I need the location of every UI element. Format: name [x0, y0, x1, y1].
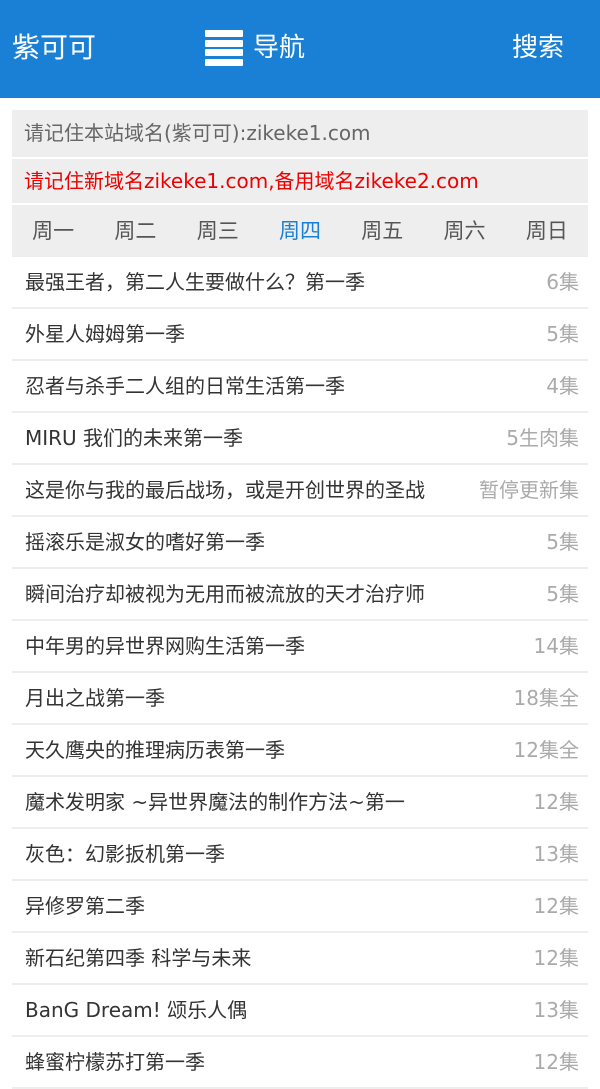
list-item[interactable]: 外星人姆姆第一季 5集: [12, 309, 588, 361]
episode-count: 5生肉集: [506, 426, 579, 450]
episode-count: 13集: [533, 998, 579, 1022]
main-content: 请记住本站域名(紫可可):zikeke1.com 请记住新域名zikeke1.c…: [12, 110, 588, 1089]
episode-count: 12集: [533, 1050, 579, 1074]
nav-button[interactable]: 导航: [205, 28, 305, 68]
list-item-title[interactable]: BanG Dream! 颂乐人偶: [25, 985, 247, 1035]
list-item-title[interactable]: 蜂蜜柠檬苏打第一季: [25, 1037, 205, 1087]
tab-day-6[interactable]: 周六: [423, 205, 505, 257]
episode-count: 12集: [533, 894, 579, 918]
nav-label: 导航: [253, 33, 306, 63]
list-item[interactable]: 中年男的异世界网购生活第一季 14集: [12, 621, 588, 673]
episode-count: 18集全: [513, 686, 579, 710]
list-item-title[interactable]: 天久鹰央的推理病历表第一季: [25, 725, 285, 775]
tab-day-5[interactable]: 周五: [341, 205, 423, 257]
list-item-title[interactable]: 异修罗第二季: [25, 881, 145, 931]
list-item-title[interactable]: 中年男的异世界网购生活第一季: [25, 621, 305, 671]
episode-count: 5集: [546, 530, 579, 554]
top-bar: 紫可可 导航 搜索: [0, 0, 600, 98]
list-item-title[interactable]: 月出之战第一季: [25, 673, 165, 723]
list-item[interactable]: 天久鹰央的推理病历表第一季 12集全: [12, 725, 588, 777]
list-item[interactable]: 这是你与我的最后战场，或是开创世界的圣战 暂停更新集: [12, 465, 588, 517]
list-item-title[interactable]: 忍者与杀手二人组的日常生活第一季: [25, 361, 345, 411]
list-item-title[interactable]: 摇滚乐是淑女的嗜好第一季: [25, 517, 265, 567]
episode-count: 12集: [533, 790, 579, 814]
list-item[interactable]: BanG Dream! 颂乐人偶 13集: [12, 985, 588, 1037]
tab-day-1[interactable]: 周一: [12, 205, 94, 257]
list-item-title[interactable]: 瞬间治疗却被视为无用而被流放的天才治疗师: [25, 569, 425, 619]
menu-icon: [205, 30, 243, 66]
episode-count: 4集: [546, 374, 579, 398]
tab-day-2[interactable]: 周二: [94, 205, 176, 257]
list-item[interactable]: 异修罗第二季 12集: [12, 881, 588, 933]
weekday-tabs: 周一 周二 周三 周四 周五 周六 周日: [12, 205, 588, 257]
episode-count: 12集全: [513, 738, 579, 762]
episode-count: 5集: [546, 322, 579, 346]
tab-day-4[interactable]: 周四: [259, 205, 341, 257]
list-item[interactable]: 瞬间治疗却被视为无用而被流放的天才治疗师 5集: [12, 569, 588, 621]
list-item-title[interactable]: 这是你与我的最后战场，或是开创世界的圣战: [25, 465, 425, 515]
site-title[interactable]: 紫可可: [12, 28, 96, 68]
list-item[interactable]: 灰色：幻影扳机第一季 13集: [12, 829, 588, 881]
search-button[interactable]: 搜索: [512, 28, 564, 68]
tab-day-7[interactable]: 周日: [506, 205, 588, 257]
list-item[interactable]: 最强王者，第二人生要做什么？第一季 6集: [12, 257, 588, 309]
list-item[interactable]: MIRU 我们的未来第一季 5生肉集: [12, 413, 588, 465]
episode-count: 暂停更新集: [479, 478, 579, 502]
list-item[interactable]: 摇滚乐是淑女的嗜好第一季 5集: [12, 517, 588, 569]
anime-list: 最强王者，第二人生要做什么？第一季 6集 外星人姆姆第一季 5集 忍者与杀手二人组的日常…: [12, 257, 588, 1089]
list-item-title[interactable]: 新石纪第四季 科学与未来: [25, 933, 251, 983]
episode-count: 13集: [533, 842, 579, 866]
list-item[interactable]: 忍者与杀手二人组的日常生活第一季 4集: [12, 361, 588, 413]
domain-reminder: 请记住本站域名(紫可可):zikeke1.com: [12, 110, 588, 157]
list-item-title[interactable]: 灰色：幻影扳机第一季: [25, 829, 225, 879]
new-domain-notice: 请记住新域名zikeke1.com,备用域名zikeke2.com: [12, 159, 588, 203]
list-item[interactable]: 新石纪第四季 科学与未来 12集: [12, 933, 588, 985]
episode-count: 5集: [546, 582, 579, 606]
episode-count: 14集: [533, 634, 579, 658]
list-item[interactable]: 蜂蜜柠檬苏打第一季 12集: [12, 1037, 588, 1089]
list-item-title[interactable]: 魔术发明家 ~异世界魔法的制作方法~第一: [25, 777, 405, 827]
list-item-title[interactable]: 最强王者，第二人生要做什么？第一季: [25, 257, 365, 307]
tab-day-3[interactable]: 周三: [177, 205, 259, 257]
list-item-title[interactable]: 外星人姆姆第一季: [25, 309, 185, 359]
list-item[interactable]: 月出之战第一季 18集全: [12, 673, 588, 725]
list-item[interactable]: 魔术发明家 ~异世界魔法的制作方法~第一 12集: [12, 777, 588, 829]
episode-count: 12集: [533, 946, 579, 970]
list-item-title[interactable]: MIRU 我们的未来第一季: [25, 413, 243, 463]
episode-count: 6集: [546, 270, 579, 294]
